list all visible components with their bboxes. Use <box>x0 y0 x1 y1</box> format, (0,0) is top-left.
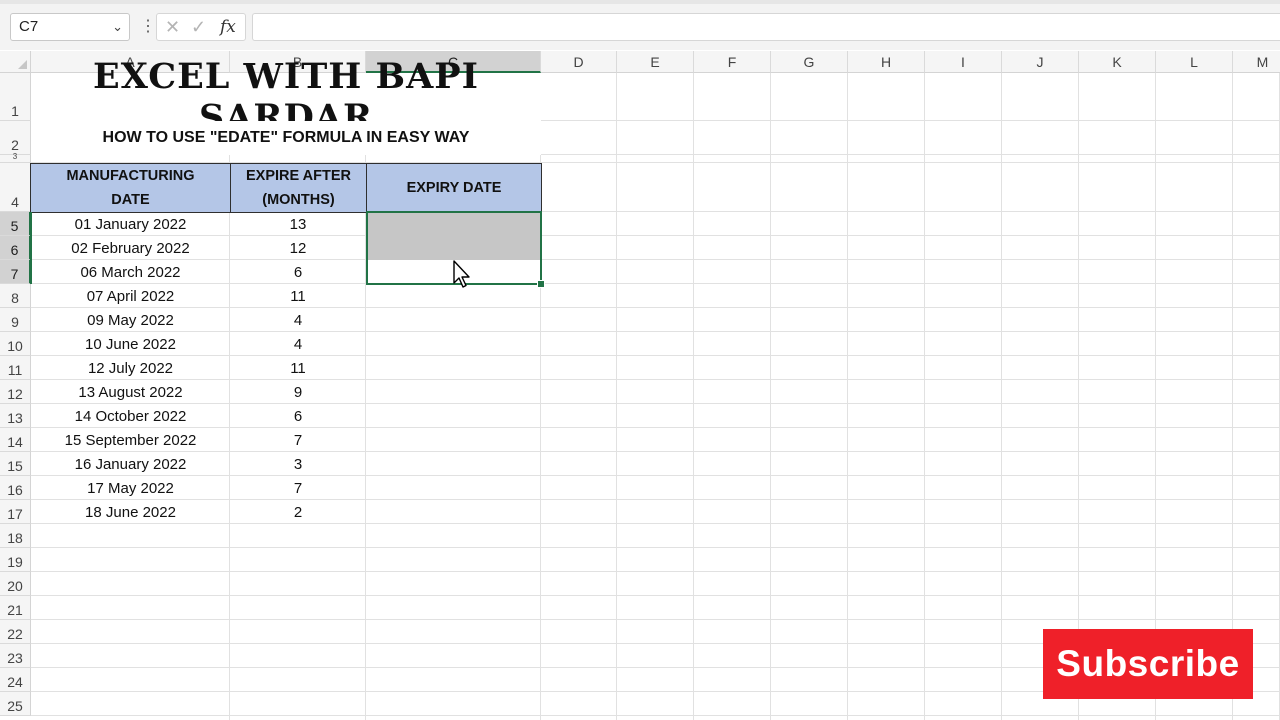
column-header-g[interactable]: G <box>771 51 848 73</box>
row-header-22[interactable]: 22 <box>0 620 31 644</box>
gridline-vertical <box>770 73 771 720</box>
name-box[interactable]: C7 ⌄ <box>10 13 130 41</box>
gridline-vertical <box>1232 73 1233 720</box>
row-header-10[interactable]: 10 <box>0 332 31 356</box>
gridline-vertical <box>616 73 617 720</box>
cell-manufacturing-date[interactable]: 15 September 2022 <box>31 428 230 452</box>
subscribe-button[interactable]: Subscribe <box>1043 629 1253 699</box>
row-header-4[interactable]: 4 <box>0 163 31 212</box>
row-header-11[interactable]: 11 <box>0 356 31 380</box>
gridline-vertical <box>1001 73 1002 720</box>
column-header-k[interactable]: K <box>1079 51 1156 73</box>
insert-function-icon[interactable]: fx <box>220 16 236 38</box>
row-header-2[interactable]: 2 <box>0 121 31 155</box>
cell-manufacturing-date[interactable]: 06 March 2022 <box>31 260 230 284</box>
cell-manufacturing-date[interactable]: 07 April 2022 <box>31 284 230 308</box>
header-expiry-date[interactable]: EXPIRY DATE <box>366 163 542 213</box>
spreadsheet-grid[interactable]: ABCDEFGHIJKLM 1 2 3 4 5 6 7 8 9 10 11 12 13 14 15 16 17 1… <box>0 51 1280 720</box>
row-header-16[interactable]: 16 <box>0 476 31 500</box>
cell-manufacturing-date[interactable]: 18 June 2022 <box>31 500 230 524</box>
fill-handle[interactable] <box>537 280 545 288</box>
column-header-f[interactable]: F <box>694 51 771 73</box>
header-expiry-date-label: EXPIRY DATE <box>406 180 502 196</box>
column-header-m[interactable]: M <box>1233 51 1280 73</box>
formula-input[interactable] <box>252 13 1280 41</box>
cell-expire-months[interactable]: 7 <box>230 476 366 500</box>
header-expire-after-label: EXPIRE AFTER (MONTHS) <box>245 168 351 208</box>
cancel-icon[interactable]: ✕ <box>165 16 180 38</box>
confirm-icon[interactable]: ✓ <box>191 16 206 38</box>
row-header-25[interactable]: 25 <box>0 692 31 716</box>
row-header-3[interactable]: 3 <box>0 153 31 163</box>
cell-manufacturing-date[interactable]: 01 January 2022 <box>31 212 230 236</box>
gridline-vertical <box>1155 73 1156 720</box>
cell-expire-months[interactable]: 2 <box>230 500 366 524</box>
row-header-8[interactable]: 8 <box>0 284 31 308</box>
cell-expire-months[interactable]: 13 <box>230 212 366 236</box>
cell-expire-months[interactable]: 7 <box>230 428 366 452</box>
cell-expire-months[interactable]: 11 <box>230 356 366 380</box>
column-header-h[interactable]: H <box>848 51 925 73</box>
chevron-down-icon[interactable]: ⌄ <box>112 14 123 40</box>
row-header-18[interactable]: 18 <box>0 524 31 548</box>
name-box-value: C7 <box>19 18 39 35</box>
header-manufacturing-date-label: MANUFACTURING DATE <box>66 168 195 208</box>
row-header-17[interactable]: 17 <box>0 500 31 524</box>
cell-expire-months[interactable]: 6 <box>230 404 366 428</box>
column-header-l[interactable]: L <box>1156 51 1233 73</box>
cell-expire-months[interactable]: 6 <box>230 260 366 284</box>
gridline-vertical <box>1078 73 1079 720</box>
cell-manufacturing-date[interactable]: 09 May 2022 <box>31 308 230 332</box>
row-header-15[interactable]: 15 <box>0 452 31 476</box>
formula-bar: C7 ⌄ ⋮ ✕ ✓ fx <box>0 0 1280 50</box>
gridline-vertical <box>924 73 925 720</box>
cell-manufacturing-date[interactable]: 02 February 2022 <box>31 236 230 260</box>
row-header-6[interactable]: 6 <box>0 236 31 260</box>
column-header-e[interactable]: E <box>617 51 694 73</box>
gridline-vertical <box>693 73 694 720</box>
cell-expire-months[interactable]: 12 <box>230 236 366 260</box>
cell-manufacturing-date[interactable]: 12 July 2022 <box>31 356 230 380</box>
sheet-subtitle: HOW TO USE "EDATE" FORMULA IN EASY WAY <box>31 121 541 155</box>
column-header-i[interactable]: I <box>925 51 1002 73</box>
mouse-pointer-icon <box>453 260 470 288</box>
row-header-7[interactable]: 7 <box>0 260 31 284</box>
cell-expire-months[interactable]: 4 <box>230 332 366 356</box>
cell-manufacturing-date[interactable]: 16 January 2022 <box>31 452 230 476</box>
row-header-23[interactable]: 23 <box>0 644 31 668</box>
gridline-horizontal <box>31 547 1280 548</box>
formula-buttons: ✕ ✓ fx <box>156 13 246 41</box>
cell-manufacturing-date[interactable]: 13 August 2022 <box>31 380 230 404</box>
ribbon-edge <box>0 0 1280 4</box>
row-header-5[interactable]: 5 <box>0 212 31 236</box>
gridline-horizontal <box>31 571 1280 572</box>
row-header-19[interactable]: 19 <box>0 548 31 572</box>
select-all-button[interactable] <box>0 51 31 73</box>
row-header-24[interactable]: 24 <box>0 668 31 692</box>
cell-manufacturing-date[interactable]: 10 June 2022 <box>31 332 230 356</box>
cell-expire-months[interactable]: 4 <box>230 308 366 332</box>
column-header-d[interactable]: D <box>541 51 617 73</box>
column-header-j[interactable]: J <box>1002 51 1079 73</box>
header-expire-after[interactable]: EXPIRE AFTER (MONTHS) <box>230 163 367 213</box>
gridline-horizontal <box>31 619 1280 620</box>
row-header-12[interactable]: 12 <box>0 380 31 404</box>
row-header-13[interactable]: 13 <box>0 404 31 428</box>
more-options-icon[interactable]: ⋮ <box>140 14 156 40</box>
gridline-horizontal <box>31 595 1280 596</box>
row-header-1[interactable]: 1 <box>0 73 31 121</box>
row-header-21[interactable]: 21 <box>0 596 31 620</box>
gridline-vertical <box>847 73 848 720</box>
cell-expire-months[interactable]: 3 <box>230 452 366 476</box>
gridline-horizontal <box>31 715 1280 716</box>
cell-expire-months[interactable]: 11 <box>230 284 366 308</box>
row-header-9[interactable]: 9 <box>0 308 31 332</box>
cell-expire-months[interactable]: 9 <box>230 380 366 404</box>
cell-manufacturing-date[interactable]: 17 May 2022 <box>31 476 230 500</box>
cell-manufacturing-date[interactable]: 14 October 2022 <box>31 404 230 428</box>
header-manufacturing-date[interactable]: MANUFACTURING DATE <box>30 163 231 213</box>
sheet-title: EXCEL WITH BAPI SARDAR <box>31 56 541 138</box>
row-header-20[interactable]: 20 <box>0 572 31 596</box>
row-header-14[interactable]: 14 <box>0 428 31 452</box>
